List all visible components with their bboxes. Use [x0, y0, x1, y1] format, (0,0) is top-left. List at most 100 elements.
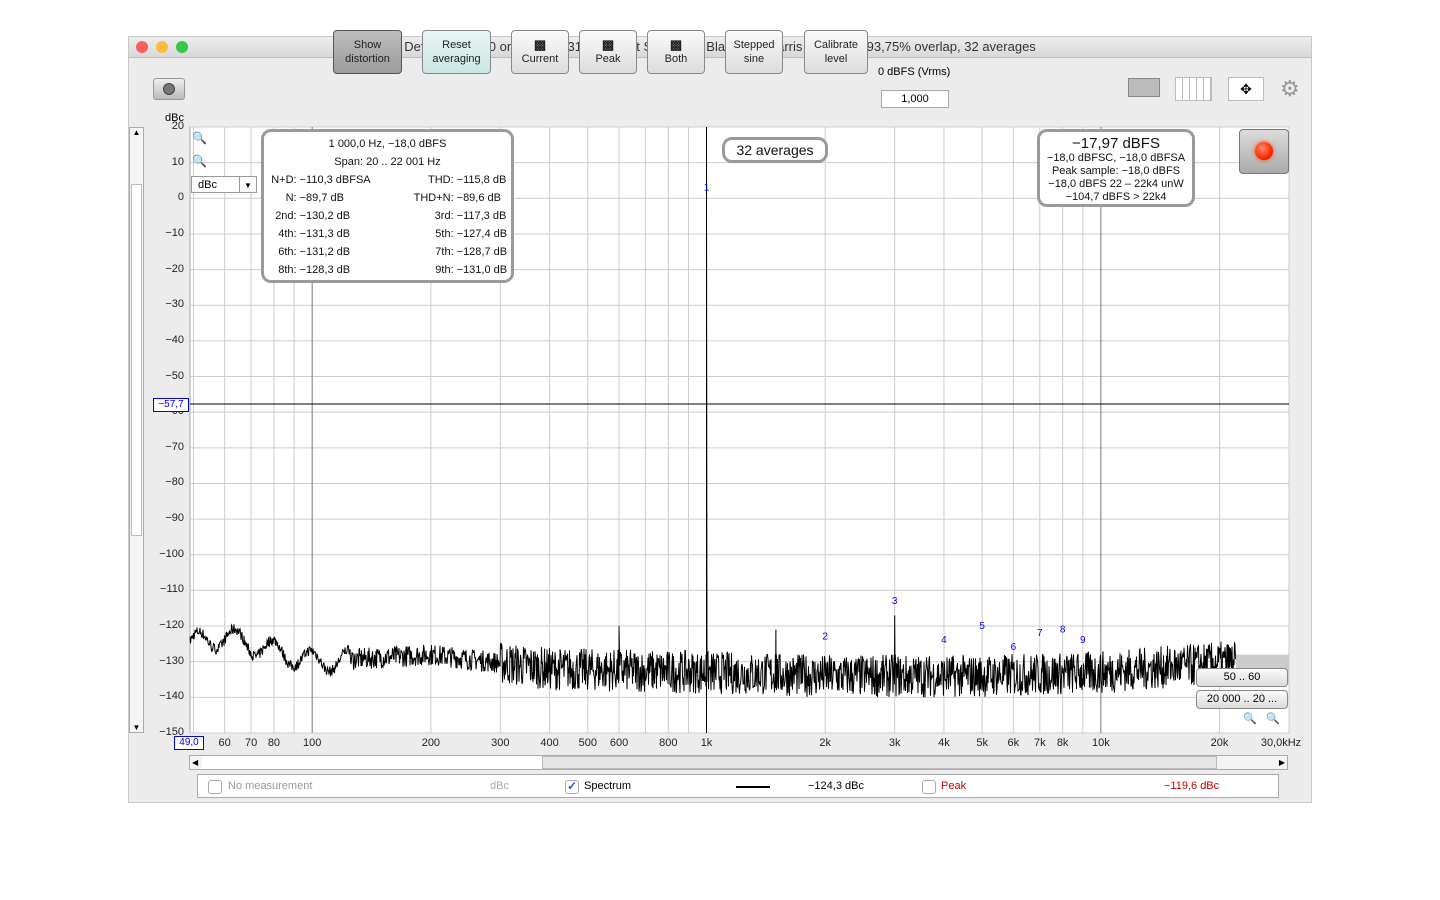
- harmonic-marker: 4: [941, 635, 947, 646]
- zoom-out-icon[interactable]: 🔍: [1266, 712, 1280, 725]
- spectrum-checkbox[interactable]: ✓: [565, 780, 579, 794]
- y-tick-label: 10: [171, 155, 184, 168]
- y-tick-label: −100: [159, 547, 184, 560]
- y-tick-label: −10: [165, 226, 184, 239]
- x-tick-label: 300: [491, 737, 510, 749]
- zoom-in-icon[interactable]: 🔍: [1243, 712, 1257, 725]
- y-tick-label: −130: [159, 654, 184, 667]
- distortion-label: 9th:: [435, 264, 454, 276]
- x-tick-label: 1k: [700, 737, 713, 749]
- harmonic-marker: 1: [704, 182, 710, 193]
- distortion-label: N+D:: [271, 174, 297, 186]
- range-high-button[interactable]: 20 000 .. 20 ...: [1196, 690, 1288, 709]
- x-tick-label: 6k: [1007, 737, 1020, 749]
- distortion-value: −89,6 dB: [456, 192, 501, 204]
- spectrum-line-swatch: [736, 786, 770, 788]
- scroll-thumb[interactable]: [542, 756, 1217, 769]
- record-button[interactable]: [1239, 129, 1289, 174]
- level-line: −104,7 dBFS > 22k4: [1065, 191, 1167, 203]
- distortion-value: −131,0 dB: [456, 264, 508, 276]
- y-tick-label: −50: [165, 369, 184, 382]
- distortion-value: −128,7 dB: [456, 246, 508, 258]
- spectrum-label: Spectrum: [584, 780, 632, 792]
- chevron-down-icon: ▼: [239, 177, 256, 192]
- y-tick-label: −140: [159, 690, 184, 703]
- x-tick-label: 70: [244, 737, 258, 749]
- harmonic-marker: 3: [892, 596, 898, 607]
- distortion-value: −130,2 dB: [299, 210, 351, 222]
- level-line: −18,0 dBFS 22 – 22k4 unW: [1048, 178, 1184, 190]
- distortion-value: −131,2 dB: [299, 246, 351, 258]
- distortion-title: 1 000,0 Hz, −18,0 dBFS: [328, 138, 447, 150]
- y-tick-label: −80: [165, 476, 184, 489]
- scroll-right-arrow[interactable]: ▶: [1279, 758, 1285, 767]
- x-tick-label: 800: [659, 737, 678, 749]
- no-measurement-label: No measurement: [228, 780, 313, 792]
- peak-value: −119,6 dBc: [1164, 780, 1220, 792]
- x-tick-label: 4k: [938, 737, 950, 749]
- distortion-label: 5th:: [435, 228, 454, 240]
- x-tick-label: 80: [267, 737, 281, 749]
- distortion-row: 6th: −131,2 dB 7th: −128,7 dB: [264, 243, 511, 261]
- distortion-value: −115,8 dB: [456, 174, 507, 186]
- distortion-label: N:: [285, 192, 297, 204]
- horizontal-scrollbar[interactable]: ◀ ▶: [189, 755, 1288, 770]
- x-tick-label: 400: [540, 737, 559, 749]
- y-tick-label: −40: [165, 333, 184, 346]
- peak-label: Peak: [941, 780, 967, 792]
- x-tick-label: 5k: [976, 737, 988, 749]
- distortion-label: 3rd:: [434, 210, 454, 222]
- y-tick-label: −70: [165, 440, 184, 453]
- y-tick-label: −120: [159, 619, 184, 632]
- x-tick-label: 8k: [1056, 737, 1069, 749]
- harmonic-marker: 7: [1037, 628, 1043, 639]
- harmonic-marker: 9: [1080, 635, 1086, 646]
- distortion-row: 8th: −128,3 dB 9th: −131,0 dB: [264, 261, 511, 279]
- x-tick-label: 500: [578, 737, 597, 749]
- distortion-row: 4th: −131,3 dB 5th: −127,4 dB: [264, 225, 511, 243]
- x-tick-label: 2k: [819, 737, 832, 749]
- y-tick-label: 0: [177, 191, 184, 204]
- distortion-label: 4th:: [278, 228, 297, 240]
- distortion-value: −89,7 dB: [299, 192, 344, 204]
- distortion-label: 2nd:: [275, 210, 297, 222]
- y-tick-label: −30: [165, 298, 184, 311]
- distortion-span: Span: 20 .. 22 001 Hz: [334, 156, 441, 168]
- x-cursor-readout: 49,0: [174, 736, 204, 750]
- zoom-in-icon[interactable]: 🔍: [192, 131, 207, 145]
- averages-badge: 32 averages: [722, 137, 828, 163]
- scroll-track-left: [202, 756, 542, 769]
- distortion-label: THD:: [427, 174, 454, 186]
- no-measurement-checkbox[interactable]: [208, 780, 222, 794]
- harmonic-marker: 8: [1060, 624, 1066, 635]
- x-tick-label: 7k: [1033, 737, 1046, 749]
- spectrum-value: −124,3 dBc: [808, 780, 864, 792]
- distortion-label: 6th:: [278, 246, 297, 258]
- distortion-row: 2nd: −130,2 dB 3rd: −117,3 dB: [264, 207, 511, 225]
- x-tick-label: 10k: [1091, 737, 1110, 749]
- distortion-value: −117,3 dB: [456, 210, 507, 222]
- x-tick-label: 30,0kHz: [1260, 737, 1302, 749]
- unit-select[interactable]: dBc ▼: [191, 176, 257, 193]
- no-measurement-unit: dBc: [490, 780, 509, 792]
- distortion-row: N: −89,7 dB THD+N: −89,6 dB: [264, 189, 511, 207]
- distortion-value: −127,4 dB: [456, 228, 508, 240]
- distortion-label: THD+N:: [413, 192, 454, 204]
- harmonic-marker: 2: [822, 631, 828, 642]
- range-low-button[interactable]: 50 .. 60: [1196, 668, 1288, 687]
- distortion-row: N+D: −110,3 dBFSA THD: −115,8 dB: [264, 171, 511, 189]
- level-main: −17,97 dBFS: [1072, 135, 1160, 152]
- y-tick-label: −110: [160, 583, 184, 596]
- distortion-value: −110,3 dBFSA: [299, 174, 371, 186]
- legend-bar: No measurement dBc ✓ Spectrum −124,3 dBc…: [197, 774, 1279, 798]
- y-tick-label: −20: [165, 262, 184, 275]
- zoom-out-icon[interactable]: 🔍: [192, 154, 207, 168]
- x-tick-label: 20k: [1210, 737, 1229, 749]
- record-icon: [1255, 142, 1273, 160]
- scroll-left-arrow[interactable]: ◀: [192, 758, 198, 767]
- x-tick-label: 100: [302, 737, 322, 749]
- harmonic-marker: 5: [979, 621, 985, 632]
- peak-checkbox[interactable]: [922, 780, 936, 794]
- distortion-box: 1 000,0 Hz, −18,0 dBFS Span: 20 .. 22 00…: [261, 129, 514, 283]
- x-tick-label: 60: [218, 737, 231, 749]
